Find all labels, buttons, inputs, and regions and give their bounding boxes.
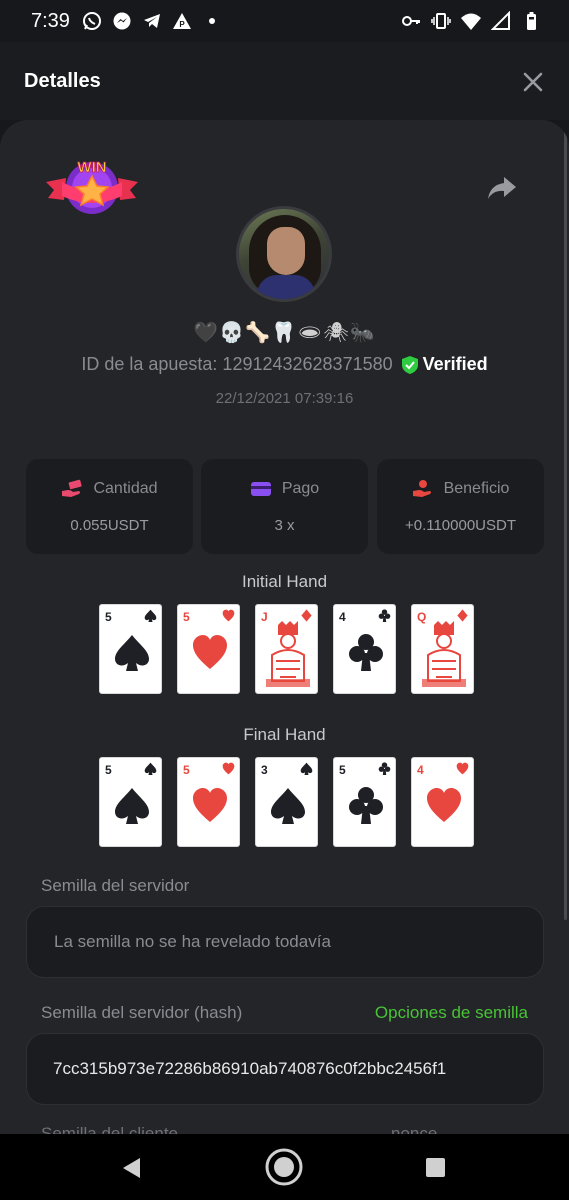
playing-card: 3 bbox=[255, 757, 318, 847]
whatsapp-icon bbox=[83, 12, 101, 30]
parking-icon: P bbox=[173, 13, 191, 29]
status-left-icons: P bbox=[82, 11, 222, 31]
spade-icon bbox=[144, 762, 157, 775]
club-icon bbox=[378, 609, 391, 622]
profit-hand-icon bbox=[412, 480, 431, 497]
playing-card: 5 bbox=[333, 757, 396, 847]
bet-id: ID de la apuesta: 12912432628371580 bbox=[81, 354, 393, 374]
final-hand-title: Final Hand bbox=[243, 725, 326, 744]
close-icon[interactable] bbox=[519, 68, 547, 96]
card-rank: 5 bbox=[105, 763, 112, 777]
card-rank: 3 bbox=[261, 763, 268, 777]
telegram-icon bbox=[144, 14, 160, 28]
playing-card: 5 bbox=[177, 757, 240, 847]
recent-apps-icon[interactable] bbox=[425, 1157, 446, 1178]
playing-card: 5 bbox=[99, 604, 162, 694]
navigation-bar bbox=[0, 1134, 569, 1200]
win-badge-icon: WIN bbox=[46, 159, 138, 214]
card-rank: 5 bbox=[339, 763, 346, 777]
stat-label: Pago bbox=[281, 480, 320, 497]
home-icon[interactable] bbox=[264, 1147, 304, 1187]
spade-icon bbox=[271, 788, 305, 824]
club-icon bbox=[349, 787, 383, 824]
server-seed-label: Semilla del servidor bbox=[41, 876, 190, 895]
card-rank: 5 bbox=[105, 610, 112, 624]
scrollbar[interactable] bbox=[564, 120, 567, 920]
face-card-art bbox=[266, 621, 310, 687]
vibrate-icon bbox=[431, 13, 451, 29]
messenger-icon bbox=[113, 12, 131, 30]
svg-text:WIN: WIN bbox=[77, 159, 106, 176]
spade-icon bbox=[115, 788, 149, 824]
share-icon[interactable] bbox=[487, 175, 517, 201]
card-rank: 4 bbox=[339, 610, 346, 624]
card-rank: 4 bbox=[417, 763, 424, 777]
server-hash-field[interactable]: 7cc315b973e72286b86910ab740876c0f2bbc245… bbox=[26, 1033, 544, 1105]
heart-icon bbox=[222, 609, 235, 622]
bet-id-row: ID de la apuesta: 12912432628371580 Veri… bbox=[0, 354, 569, 375]
initial-hand: 5 5 J 4 Q bbox=[99, 604, 474, 694]
page-title: Detalles bbox=[24, 70, 101, 92]
dot-icon bbox=[209, 18, 215, 24]
avatar bbox=[236, 206, 332, 302]
card-icon bbox=[250, 482, 271, 496]
spade-icon bbox=[144, 609, 157, 622]
status-right-icons bbox=[401, 11, 541, 31]
seed-options-link[interactable]: Opciones de semilla bbox=[375, 1003, 528, 1023]
playing-card: 4 bbox=[333, 604, 396, 694]
playing-card: Q bbox=[411, 604, 474, 694]
final-hand: 5 5 3 5 4 bbox=[99, 757, 474, 847]
server-seed-field[interactable]: La semilla no se ha revelado todavía bbox=[26, 906, 544, 978]
verified-badge: Verified bbox=[401, 354, 488, 375]
stat-card-profit: Beneficio +0.110000USDT bbox=[377, 459, 544, 554]
playing-card: 5 bbox=[177, 604, 240, 694]
shield-check-icon bbox=[401, 355, 418, 374]
client-seed-label: Semilla del cliente bbox=[41, 1124, 179, 1134]
back-icon[interactable] bbox=[120, 1156, 144, 1180]
verified-label: Verified bbox=[422, 354, 488, 374]
key-icon bbox=[402, 16, 420, 26]
signal-icon bbox=[491, 11, 510, 30]
wifi-icon bbox=[461, 13, 481, 30]
heart-icon bbox=[193, 788, 227, 822]
club-icon bbox=[378, 762, 391, 775]
playing-card: J bbox=[255, 604, 318, 694]
bet-timestamp: 22/12/2021 07:39:16 bbox=[215, 390, 354, 407]
stat-value: +0.110000USDT bbox=[404, 517, 517, 534]
spade-icon bbox=[300, 762, 313, 775]
header: Detalles bbox=[0, 42, 569, 120]
spade-icon bbox=[115, 635, 149, 671]
heart-icon bbox=[222, 762, 235, 775]
status-bar: 7:39 P bbox=[0, 0, 569, 42]
stat-value: 3 x bbox=[274, 517, 295, 534]
heart-icon bbox=[427, 788, 461, 822]
card-rank: 5 bbox=[183, 763, 190, 777]
stat-label: Cantidad bbox=[93, 480, 158, 497]
nonce-label: nonce bbox=[391, 1124, 438, 1134]
card-rank: 5 bbox=[183, 610, 190, 624]
face-card-art bbox=[422, 621, 466, 687]
server-seed-value: La semilla no se ha revelado todavía bbox=[54, 932, 331, 951]
username: 🖤💀🦴🦷🕳🕷🐜 bbox=[193, 322, 376, 344]
heart-icon bbox=[193, 635, 227, 669]
stat-card-payout: Pago 3 x bbox=[201, 459, 368, 554]
playing-card: 4 bbox=[411, 757, 474, 847]
stat-value: 0.055USDT bbox=[70, 517, 149, 534]
server-hash-label: Semilla del servidor (hash) bbox=[41, 1003, 243, 1022]
playing-card: 5 bbox=[99, 757, 162, 847]
details-panel: WIN 🖤💀🦴🦷🕳🕷🐜 ID de la apuesta: 1291243262… bbox=[0, 120, 569, 1134]
stat-label: Beneficio bbox=[443, 480, 510, 497]
heart-icon bbox=[456, 762, 469, 775]
money-hand-icon bbox=[62, 479, 83, 497]
club-icon bbox=[349, 634, 383, 671]
svg-text:P: P bbox=[179, 20, 185, 29]
initial-hand-title: Initial Hand bbox=[241, 572, 328, 591]
server-hash-value: 7cc315b973e72286b86910ab740876c0f2bbc245… bbox=[53, 1059, 447, 1078]
status-time: 7:39 bbox=[31, 10, 70, 32]
battery-icon bbox=[527, 12, 536, 30]
stat-card-amount: Cantidad 0.055USDT bbox=[26, 459, 193, 554]
